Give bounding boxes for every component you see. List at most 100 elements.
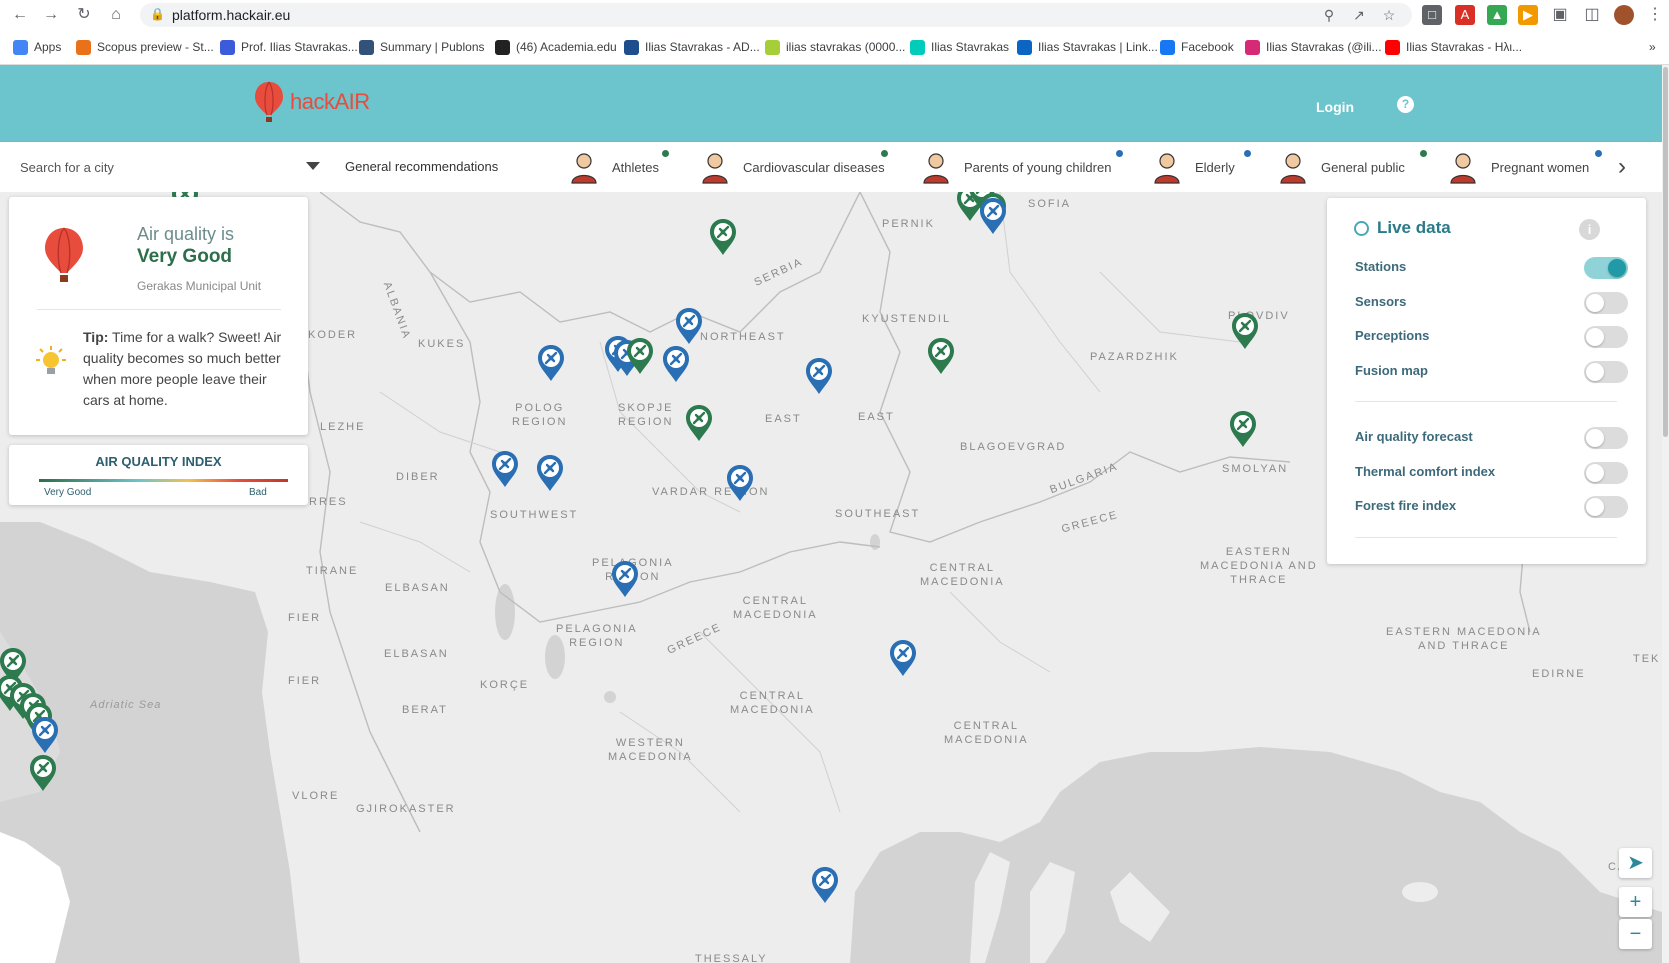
family-icon [918,149,954,185]
layer-toggle-label: Thermal comfort index [1355,463,1496,479]
station-marker[interactable] [661,345,691,383]
bookmark-item[interactable]: Ilias Stavrakas [910,37,1009,57]
layer-toggle-switch[interactable] [1584,496,1628,519]
station-marker[interactable] [490,450,520,488]
reload-icon[interactable]: ↻ [73,4,95,26]
tip-text: Tip: Time for a walk? Sweet! Air quality… [83,327,283,411]
drive-extension-icon[interactable]: ▲ [1487,5,1507,25]
layer-toggle-switch[interactable] [1584,361,1628,384]
map-label-pelagonia2: PELAGONIA REGION [556,623,638,649]
map-label-southwest: SOUTHWEST [490,509,579,521]
station-marker[interactable] [28,754,58,792]
audience-tab[interactable]: Cardiovascular diseases [697,146,888,188]
locate-me-button[interactable]: ➤ [1619,848,1652,878]
pdf-extension-icon[interactable]: A [1455,5,1475,25]
info-icon[interactable]: i [1579,219,1600,240]
station-marker[interactable] [674,307,704,345]
station-marker[interactable] [684,404,714,442]
audience-tab[interactable]: Pregnant women [1445,146,1602,188]
station-marker[interactable] [804,357,834,395]
station-marker[interactable] [725,464,755,502]
app-header: hackAIR Login ? [0,65,1662,142]
browser-toolbar: ← → ↻ ⌂ 🔒 platform.hackair.eu ⚲ ↗ ☆ □ A … [0,0,1669,30]
station-marker[interactable] [1230,312,1260,350]
home-icon[interactable]: ⌂ [105,4,127,26]
login-link[interactable]: Login [1316,99,1354,115]
live-data-title: Live data [1377,218,1451,237]
bookmarks-overflow-icon[interactable]: » [1649,37,1656,57]
station-marker[interactable] [536,344,566,382]
bookmark-item[interactable]: Prof. Ilias Stavrakas... [220,37,358,57]
station-marker[interactable] [810,866,840,904]
layer-toggle-switch[interactable] [1584,257,1628,279]
youtube-icon [1385,39,1400,55]
layer-toggle-switch[interactable] [1584,326,1628,349]
address-bar[interactable]: 🔒 platform.hackair.eu ⚲ ↗ ☆ [140,3,1412,27]
side-panel-icon[interactable]: ◫ [1582,5,1602,25]
city-search-input[interactable] [20,156,280,178]
chevron-right-icon[interactable]: › [1612,154,1632,180]
layer-toggle-switch[interactable] [1584,427,1628,449]
layer-toggle-switch[interactable] [1584,291,1628,314]
audience-tab[interactable]: Athletes [566,146,669,188]
zoom-in-button[interactable]: + [1619,887,1652,917]
map-label-elbasan1: ELBASAN [385,582,450,594]
extension-icon[interactable]: □ [1422,5,1442,25]
bookmark-item[interactable]: Apps [13,37,61,57]
location-pin-icon[interactable]: ⚲ [1320,6,1338,24]
audience-tab[interactable]: Parents of young children [918,146,1123,188]
bookmark-item[interactable]: Ilias Stavrakas | Link... [1017,37,1158,57]
help-icon[interactable]: ? [1397,96,1414,113]
bookmark-label: Ilias Stavrakas - AD... [645,40,760,54]
map-label-smolyan: SMOLYAN [1222,463,1289,475]
audience-tab[interactable]: Elderly [1149,146,1251,188]
star-icon[interactable]: ☆ [1380,6,1398,24]
aq-index-bad-label: Bad [249,487,267,498]
status-dot [1244,150,1251,157]
bookmark-item[interactable]: Ilias Stavrakas - AD... [624,37,760,57]
scrollbar-thumb[interactable] [1663,67,1668,437]
city-search[interactable] [6,142,322,192]
station-marker[interactable] [708,218,738,256]
bookmark-item[interactable]: (46) Academia.edu [495,37,617,57]
bookmark-item[interactable]: Facebook [1160,37,1234,57]
forward-icon[interactable]: → [40,4,62,26]
audience-tab[interactable]: General public [1275,146,1427,188]
bookmark-item[interactable]: ilias stavrakas (0000... [765,37,905,57]
station-marker[interactable] [535,454,565,492]
bookmark-item[interactable]: Ilias Stavrakas - Ηλι... [1385,37,1522,57]
general-recommendations-tab[interactable]: General recommendations [345,159,498,174]
chevron-down-icon[interactable] [306,162,320,170]
bookmark-item[interactable]: Summary | Publons [359,37,485,57]
bookmark-item[interactable]: Scopus preview - St... [76,37,214,57]
station-marker[interactable] [1228,410,1258,448]
media-extension-icon[interactable]: ▶ [1518,5,1538,25]
page-scrollbar[interactable] [1662,65,1669,963]
researchgate-icon [910,39,925,55]
aq-index-good-label: Very Good [44,487,92,498]
station-marker[interactable] [978,197,1008,235]
zoom-out-button[interactable]: − [1619,919,1652,949]
recommendation-filter-bar: General recommendations Athletes Cardiova… [0,142,1662,192]
instagram-icon [1245,39,1260,55]
station-marker[interactable] [610,560,640,598]
station-marker[interactable] [888,639,918,677]
menu-kebab-icon[interactable]: ⋮ [1645,5,1665,25]
url-text[interactable]: platform.hackair.eu [172,7,290,23]
station-marker[interactable] [625,337,655,375]
share-icon[interactable]: ↗ [1350,6,1368,24]
back-icon[interactable]: ← [9,4,31,26]
station-marker[interactable] [926,337,956,375]
map-label-east-mac1: EASTERN MACEDONIA AND THRACE [1200,546,1318,586]
layer-toggle-switch[interactable] [1584,461,1628,484]
hackair-logo[interactable]: hackAIR [254,81,370,123]
toggle-knob [1586,293,1604,312]
profile-avatar[interactable] [1614,5,1634,25]
map-label-western-mac: WESTERN MACEDONIA [608,737,693,763]
puzzle-icon[interactable]: ▣ [1550,5,1570,25]
bookmark-label: Facebook [1181,40,1234,54]
map-label-elbasan2: ELBASAN [384,648,449,660]
station-marker[interactable] [30,716,60,754]
bookmark-item[interactable]: Ilias Stavrakas (@ili... [1245,37,1382,57]
status-dot [662,150,669,157]
